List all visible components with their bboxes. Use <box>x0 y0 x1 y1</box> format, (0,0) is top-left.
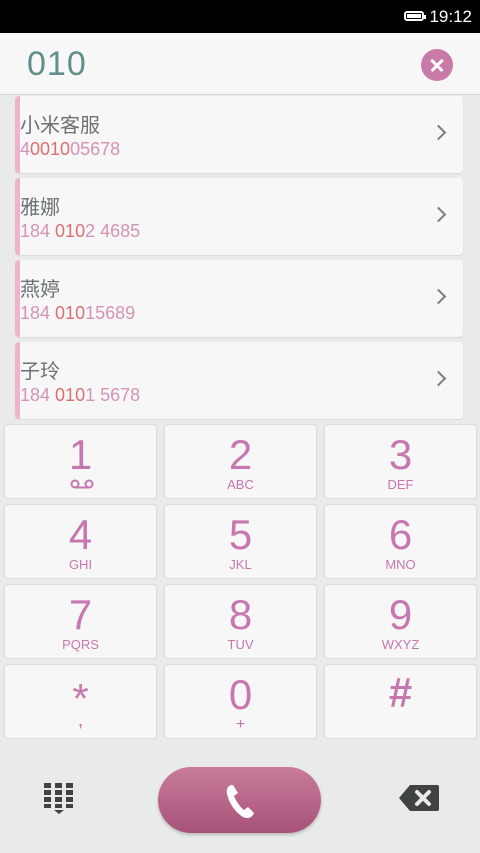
status-time: 19:12 <box>429 7 472 26</box>
dialed-number-field[interactable]: 010 <box>27 45 87 84</box>
backspace-icon[interactable] <box>399 785 439 811</box>
key-digit: 5 <box>228 511 253 558</box>
key-digit: 2 <box>228 431 253 478</box>
key-letters: WXYZ <box>381 637 420 652</box>
key-5[interactable]: 5 JKL <box>164 504 317 579</box>
key-letters: GHI <box>68 557 93 572</box>
contact-name: 雅娜 <box>20 195 60 219</box>
match-highlight: 010 <box>55 385 86 405</box>
key-digit: 4 <box>68 511 93 558</box>
key-digit: 3 <box>388 431 413 478</box>
key-4[interactable]: 4 GHI <box>4 504 157 579</box>
contact-name: 小米客服 <box>20 113 100 137</box>
key-letters: JKL <box>229 557 252 572</box>
chevron-right-icon[interactable] <box>430 288 447 305</box>
key-3[interactable]: 3 DEF <box>324 424 477 499</box>
match-highlight: 010 <box>55 303 86 323</box>
dial-keypad: 1 2 ABC 3 DEF 4 GHI 5 JKL 6 MNO 7 PQRS 8… <box>0 420 480 745</box>
key-0[interactable]: 0 + <box>164 664 317 739</box>
key-digit: # <box>388 669 413 716</box>
key-2[interactable]: 2 ABC <box>164 424 317 499</box>
key-digit: 6 <box>388 511 413 558</box>
key-8[interactable]: 8 TUV <box>164 584 317 659</box>
list-item[interactable]: 雅娜 184 0102 4685 <box>15 178 463 255</box>
key-letters: , <box>77 709 84 731</box>
contact-phone: 184 0102 4685 <box>20 221 141 241</box>
contact-phone: 184 0101 5678 <box>20 385 141 405</box>
call-button[interactable] <box>158 767 321 833</box>
voicemail-icon <box>70 479 94 489</box>
key-letters: MNO <box>385 557 416 572</box>
list-item[interactable]: 小米客服 4001005678 <box>15 96 463 173</box>
clear-icon[interactable] <box>421 49 453 81</box>
chevron-right-icon[interactable] <box>430 124 447 141</box>
key-letters: + <box>235 716 246 733</box>
key-digit: 0 <box>228 671 253 718</box>
battery-icon <box>404 11 426 21</box>
match-highlight: 0010 <box>30 139 71 159</box>
chevron-right-icon[interactable] <box>430 206 447 223</box>
contact-suggestion-list: 小米客服 4001005678 雅娜 184 0102 4685 燕婷 184 … <box>0 95 480 420</box>
chevron-right-icon[interactable] <box>430 370 447 387</box>
key-letters: TUV <box>227 637 254 652</box>
key-digit: 1 <box>68 431 93 478</box>
key-7[interactable]: 7 PQRS <box>4 584 157 659</box>
key-9[interactable]: 9 WXYZ <box>324 584 477 659</box>
key-letters: PQRS <box>62 637 99 652</box>
key-1[interactable]: 1 <box>4 424 157 499</box>
contact-name: 燕婷 <box>20 277 60 301</box>
contact-phone: 184 01015689 <box>20 303 136 323</box>
list-item[interactable]: 子玲 184 0101 5678 <box>15 342 463 419</box>
dialpad-icon[interactable] <box>44 783 74 815</box>
contact-phone: 4001005678 <box>20 139 121 159</box>
key-star[interactable]: * , <box>4 664 157 739</box>
key-letters: DEF <box>387 477 414 492</box>
phone-icon <box>226 785 254 819</box>
number-input-bar: 010 <box>0 33 480 95</box>
key-digit: 7 <box>68 591 93 638</box>
contact-name: 子玲 <box>20 359 60 383</box>
key-letters: ABC <box>227 477 254 492</box>
bottom-action-bar <box>0 745 480 853</box>
list-item[interactable]: 燕婷 184 01015689 <box>15 260 463 337</box>
match-highlight: 010 <box>55 221 86 241</box>
key-digit: 8 <box>228 591 253 638</box>
key-digit: 9 <box>388 591 413 638</box>
key-hash[interactable]: # <box>324 664 477 739</box>
status-bar: 19:12 <box>0 0 480 33</box>
key-6[interactable]: 6 MNO <box>324 504 477 579</box>
